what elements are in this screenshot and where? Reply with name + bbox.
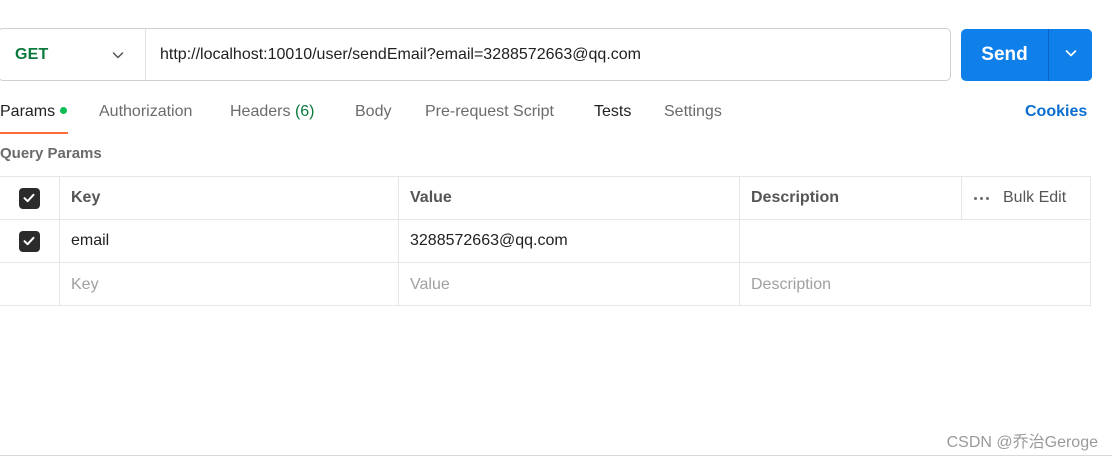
tab-label: Pre-request Script — [425, 103, 554, 120]
tab-pre-request-script[interactable]: Pre-request Script — [425, 96, 554, 134]
tab-body[interactable]: Body — [355, 96, 391, 134]
column-header-value: Value — [399, 177, 740, 219]
column-header-key: Key — [60, 177, 399, 219]
select-all-checkbox[interactable] — [18, 187, 40, 209]
send-options-button[interactable] — [1049, 29, 1092, 81]
new-description-input[interactable]: Description — [740, 263, 1090, 306]
tab-settings[interactable]: Settings — [664, 96, 722, 134]
checkmark-icon — [23, 193, 35, 203]
row-checkbox-cell — [0, 220, 60, 262]
new-value-input[interactable]: Value — [399, 263, 740, 306]
bulk-edit-cell: Bulk Edit — [961, 177, 1090, 219]
chevron-down-icon — [111, 48, 125, 62]
headers-count: (6) — [294, 103, 315, 120]
watermark: CSDN @乔治Geroge — [946, 434, 1098, 451]
query-params-title: Query Params — [0, 145, 102, 162]
row-enabled-checkbox[interactable] — [18, 230, 40, 252]
tab-label: Body — [355, 103, 392, 120]
tab-label: Settings — [664, 103, 722, 120]
tab-headers[interactable]: Headers (6) — [230, 96, 315, 134]
tab-label: Tests — [594, 103, 632, 120]
method-label: GET — [15, 45, 49, 63]
tab-tests[interactable]: Tests — [594, 96, 631, 134]
param-key-cell[interactable]: email — [60, 220, 399, 262]
checkmark-icon — [23, 236, 35, 246]
request-tabs: Params Authorization Headers (6) Body Pr… — [0, 96, 1112, 134]
tab-authorization[interactable]: Authorization — [99, 96, 192, 134]
postman-request-view: GET Send Params Authorization Headers (6… — [0, 0, 1112, 458]
more-options-icon[interactable] — [974, 196, 989, 200]
new-row-checkbox-cell — [0, 263, 60, 306]
column-header-description: Description — [751, 189, 840, 206]
param-description-cell[interactable] — [740, 220, 1090, 262]
send-button-group: Send — [961, 29, 1092, 81]
divider — [0, 455, 1112, 456]
bulk-edit-label: Bulk Edit — [1003, 189, 1067, 206]
table-row-new: Key Value Description — [0, 263, 1090, 306]
param-value-cell[interactable]: 3288572663@qq.com — [399, 220, 740, 262]
active-tab-indicator — [0, 132, 68, 134]
params-active-dot — [60, 107, 68, 114]
request-bar: GET — [0, 28, 951, 81]
method-select[interactable]: GET — [0, 29, 146, 80]
cookies-link[interactable]: Cookies — [1025, 96, 1087, 128]
bulk-edit-button[interactable]: Bulk Edit — [974, 189, 1066, 207]
table-row: email 3288572663@qq.com — [0, 220, 1090, 263]
table-header-row: Key Value Description Bulk Edit — [0, 177, 1090, 220]
select-all-cell — [0, 177, 60, 219]
tab-params[interactable]: Params — [0, 96, 68, 134]
chevron-down-icon — [1064, 46, 1078, 65]
query-params-table: Key Value Description Bulk Edit email 32… — [0, 176, 1091, 306]
tab-label: Params — [0, 103, 56, 120]
tab-label: Authorization — [99, 103, 193, 120]
tab-label: Headers — [230, 103, 291, 120]
new-key-input[interactable]: Key — [60, 263, 399, 306]
url-input[interactable] — [146, 29, 950, 80]
send-button[interactable]: Send — [961, 29, 1049, 81]
